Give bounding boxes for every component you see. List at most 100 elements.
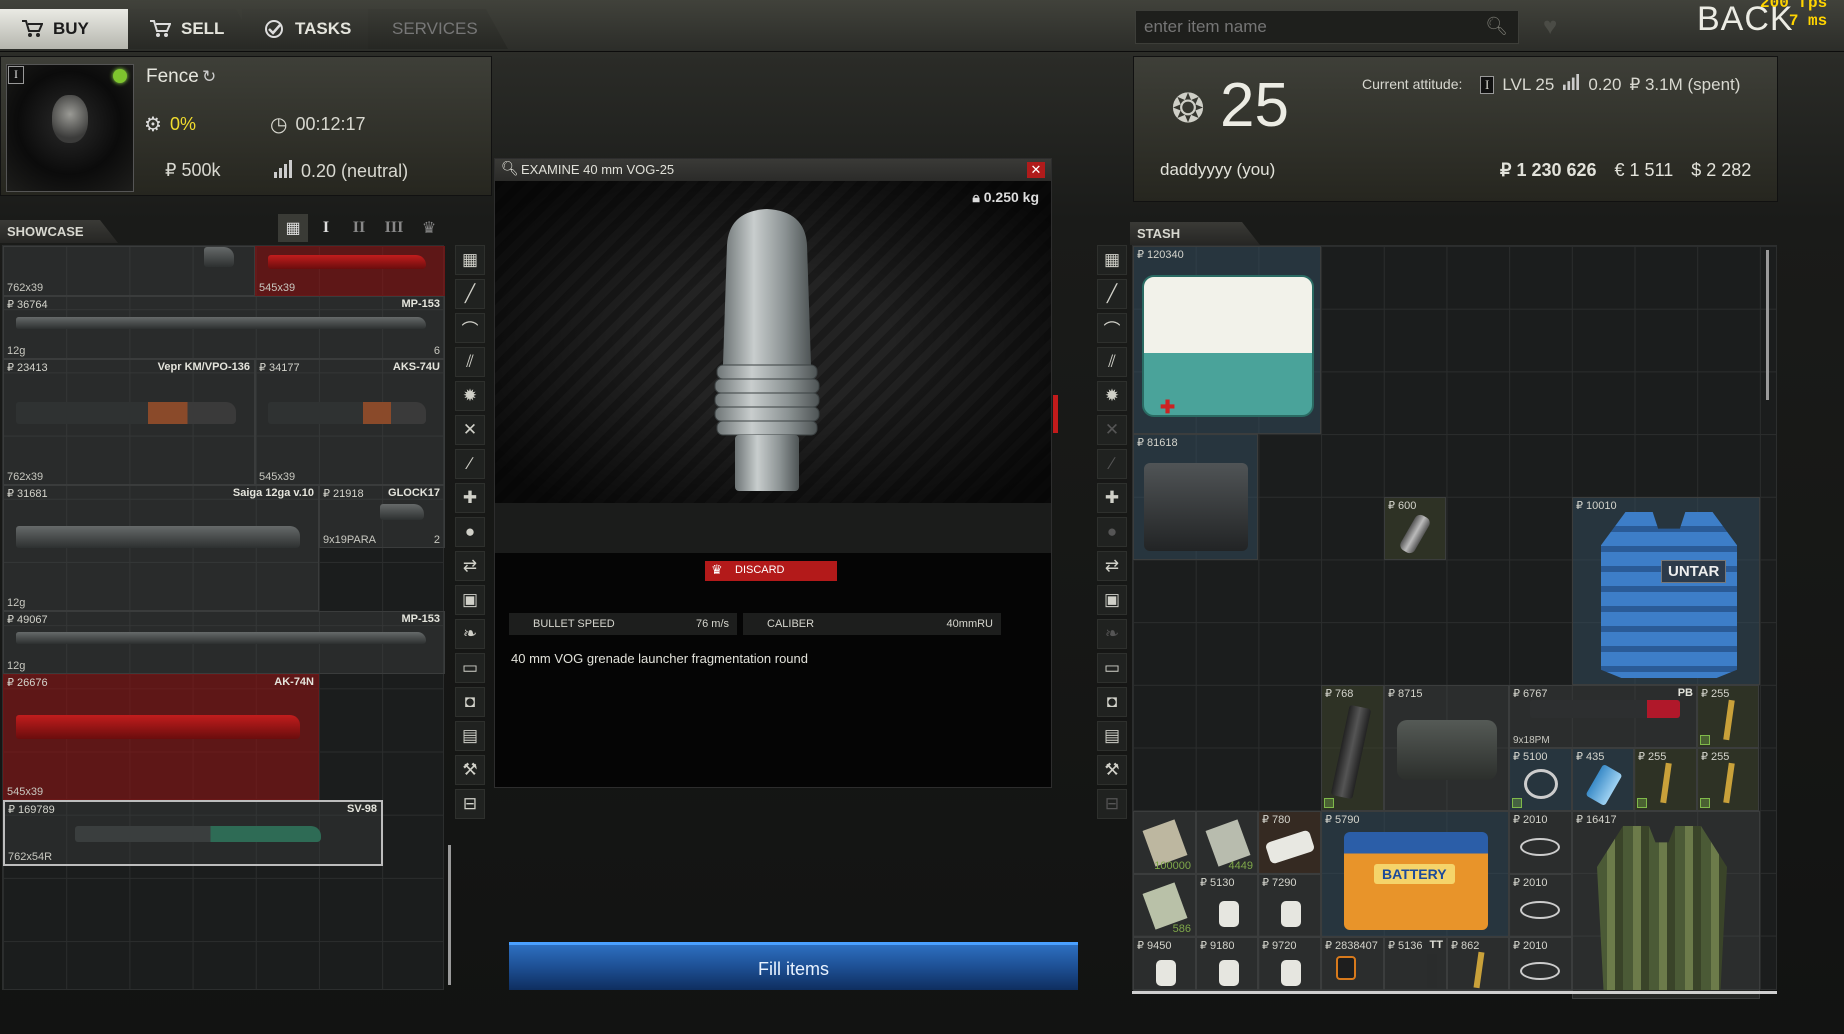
melee-filter-icon[interactable]: ✕	[455, 415, 485, 445]
stash-item-lighter[interactable]: ₽ 435	[1572, 748, 1634, 811]
info-filter-icon[interactable]: ▤	[1097, 721, 1127, 751]
stash-item-cable[interactable]: ₽ 2010	[1509, 811, 1572, 874]
trader-discount: ⚙ 0%	[144, 112, 196, 137]
showcase-item-selected[interactable]: ₽ 169789 SV-98 762x54R	[3, 800, 383, 866]
containers-filter-icon[interactable]: ▭	[1097, 653, 1127, 683]
showcase-item[interactable]: ₽ 26676 AK-74N 545x39	[3, 674, 319, 800]
examine-title-bar[interactable]: 🔍︎ EXAMINE 40 mm VOG-25 ✕	[495, 159, 1051, 181]
magazines-filter-icon[interactable]: ⌒	[455, 313, 485, 343]
stash-item-ammo-box[interactable]: ₽ 81618	[1133, 434, 1258, 560]
stash-item-roubles[interactable]: 100000	[1133, 811, 1196, 874]
stash-item-car-battery[interactable]: ₽ 5790 BATTERY	[1321, 811, 1509, 937]
grenades-filter-icon[interactable]: ●	[1097, 517, 1127, 547]
search-field[interactable]: 🔍︎	[1135, 10, 1519, 44]
mods-filter-icon[interactable]: ✹	[455, 381, 485, 411]
stash-item-secure-container[interactable]: ₽ 2838407	[1321, 937, 1384, 991]
gear-filter-icon[interactable]: ▣	[1097, 585, 1127, 615]
stash-item-dogtag[interactable]: ₽ 7290	[1258, 874, 1321, 937]
stash-item-magazine[interactable]: ₽ 768	[1321, 685, 1384, 811]
stash-item-dogtag[interactable]: ₽ 9450	[1133, 937, 1196, 991]
trader-portrait[interactable]	[6, 64, 134, 192]
showcase-item[interactable]: ₽ 31681 Saiga 12ga v.10 12g	[3, 485, 319, 611]
knife-filter-icon[interactable]: ∕	[1097, 449, 1127, 479]
weapons-filter-icon[interactable]: ╱	[1097, 279, 1127, 309]
stash-item-cable[interactable]: ₽ 2010	[1509, 874, 1572, 937]
grid-view-icon[interactable]: ▦	[278, 214, 308, 242]
rank-1-filter-icon[interactable]: I	[311, 214, 341, 242]
trader-rank-badge: I	[8, 66, 24, 84]
ammo-filter-icon[interactable]: ⫽	[455, 347, 485, 377]
magazines-filter-icon[interactable]: ⌒	[1097, 313, 1127, 343]
melee-filter-icon[interactable]: ✕	[1097, 415, 1127, 445]
tab-sell[interactable]: SELL	[128, 9, 258, 49]
all-items-filter-icon[interactable]: ▦	[1097, 245, 1127, 275]
close-icon[interactable]: ✕	[1027, 162, 1045, 178]
misc-filter-icon[interactable]: ⊟	[455, 789, 485, 819]
stash-item-dogtag[interactable]: ₽ 9720	[1258, 937, 1321, 991]
stash-item-ammo[interactable]: ₽ 255	[1697, 685, 1759, 748]
provisions-filter-icon[interactable]: ◘	[1097, 687, 1127, 717]
search-icon[interactable]: 🔍︎	[1485, 16, 1508, 37]
keys-filter-icon[interactable]: ❧	[1097, 619, 1127, 649]
stash-item-cable[interactable]: ₽ 5100	[1509, 748, 1572, 811]
misc-filter-icon[interactable]: ⊟	[1097, 789, 1127, 819]
stash-item-pistol-tt[interactable]: ₽ 5136 TT	[1384, 937, 1447, 991]
medical-filter-icon[interactable]: ✚	[455, 483, 485, 513]
stash-item-armor-untar[interactable]: ₽ 10010 UNTAR	[1572, 497, 1760, 685]
refresh-icon[interactable]: ↻	[202, 67, 216, 87]
stash-item-dogtag[interactable]: ₽ 9180	[1196, 937, 1258, 991]
fill-items-button[interactable]: Fill items	[509, 942, 1078, 990]
stash-item-euros[interactable]: 586	[1133, 874, 1196, 937]
crown-filter-icon[interactable]: ♛	[414, 214, 444, 242]
rank-3-filter-icon[interactable]: III	[379, 214, 409, 242]
item-preview[interactable]: 🔒︎ 0.250 kg	[495, 181, 1051, 503]
stash-item-pouch[interactable]: ₽ 8715	[1384, 685, 1509, 811]
showcase-item[interactable]: ₽ 21918 GLOCK17 9x19PARA 2	[319, 485, 445, 548]
tab-buy[interactable]: BUY	[0, 9, 150, 49]
stash-scrollbar[interactable]	[1766, 250, 1769, 400]
barter-filter-icon[interactable]: ⇄	[455, 551, 485, 581]
showcase-item[interactable]: ₽ 36764 MP-153 12g 6	[3, 296, 445, 359]
provisions-filter-icon[interactable]: ◘	[455, 687, 485, 717]
showcase-item[interactable]: 545x39	[255, 246, 445, 296]
tools-filter-icon[interactable]: ⚒	[455, 755, 485, 785]
showcase-item[interactable]: ₽ 34177 AKS-74U 545x39	[255, 359, 445, 485]
attitude-rank-badge: I	[1480, 75, 1495, 94]
barter-filter-icon[interactable]: ⇄	[1097, 551, 1127, 581]
scroll-marker	[1053, 395, 1058, 433]
tools-filter-icon[interactable]: ⚒	[1097, 755, 1127, 785]
stash-item-pills[interactable]: ₽ 780	[1258, 811, 1321, 874]
medical-filter-icon[interactable]: ✚	[1097, 483, 1127, 513]
examine-window[interactable]: 🔍︎ EXAMINE 40 mm VOG-25 ✕ 🔒︎ 0.250 kg ♛	[494, 158, 1052, 788]
showcase-item[interactable]: ₽ 49067 MP-153 12g	[3, 611, 445, 674]
stash-item-rig[interactable]: ₽ 16417	[1572, 811, 1760, 999]
info-filter-icon[interactable]: ▤	[455, 721, 485, 751]
weapons-filter-icon[interactable]: ╱	[455, 279, 485, 309]
showcase-item[interactable]: ₽ 23413 Vepr KM/VPO-136 762x39	[3, 359, 255, 485]
stash-item-ammo[interactable]: ₽ 255	[1697, 748, 1759, 811]
stash-item-dogtag[interactable]: ₽ 5130	[1196, 874, 1258, 937]
ammo-filter-icon[interactable]: ⫽	[1097, 347, 1127, 377]
favorites-heart-icon[interactable]: ♥	[1543, 13, 1557, 41]
keys-filter-icon[interactable]: ❧	[455, 619, 485, 649]
containers-filter-icon[interactable]: ▭	[455, 653, 485, 683]
stash-item-ammo[interactable]: ₽ 862	[1447, 937, 1509, 991]
stash-item-ammo[interactable]: ₽ 255	[1634, 748, 1697, 811]
gear-filter-icon[interactable]: ▣	[455, 585, 485, 615]
stash-item-cable[interactable]: ₽ 2010	[1509, 937, 1572, 991]
showcase-item[interactable]: 762x39	[3, 246, 255, 296]
stash-item-medcase[interactable]: ₽ 120340 ✚	[1133, 246, 1321, 434]
stash-item-grenade[interactable]: ₽ 600	[1384, 497, 1446, 560]
search-input[interactable]	[1144, 17, 1464, 37]
rank-2-filter-icon[interactable]: II	[344, 214, 374, 242]
stash-item-pistol-pb[interactable]: ₽ 6767 PB 9x18PM	[1509, 685, 1697, 748]
all-items-filter-icon[interactable]: ▦	[455, 245, 485, 275]
knife-filter-icon[interactable]: ∕	[455, 449, 485, 479]
discard-button[interactable]: ♛ DISCARD	[705, 561, 837, 581]
grenades-filter-icon[interactable]: ●	[455, 517, 485, 547]
tab-services[interactable]: SERVICES	[368, 9, 508, 49]
stash-item-dollars[interactable]: 4449	[1196, 811, 1258, 874]
mods-filter-icon[interactable]: ✹	[1097, 381, 1127, 411]
discount-value: 0%	[169, 114, 196, 134]
showcase-scrollbar[interactable]	[448, 845, 451, 985]
